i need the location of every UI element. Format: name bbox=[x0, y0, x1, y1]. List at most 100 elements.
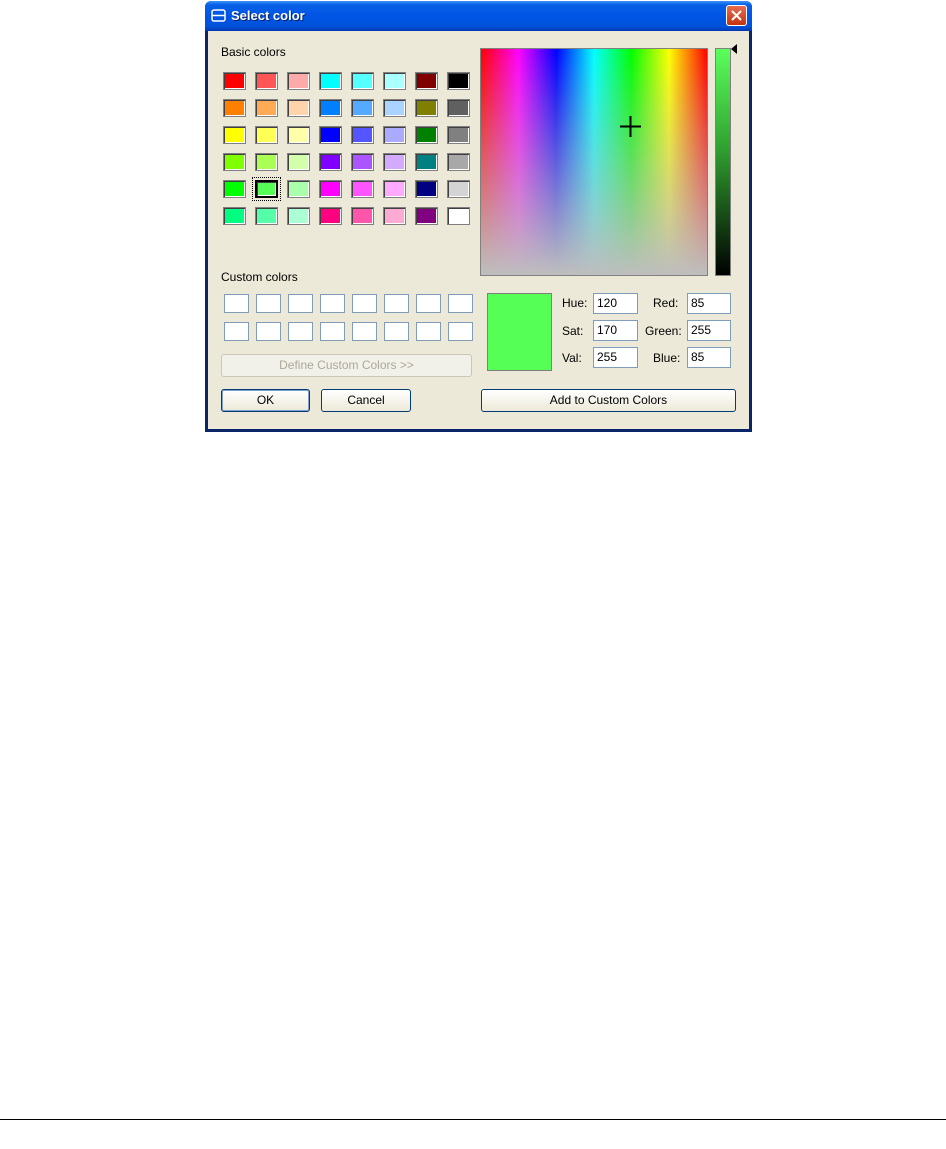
basic-color-swatch[interactable] bbox=[317, 205, 344, 227]
basic-color-swatch[interactable] bbox=[349, 205, 376, 227]
custom-color-slot[interactable] bbox=[288, 322, 313, 341]
swatch-fill bbox=[383, 126, 406, 144]
swatch-fill bbox=[255, 99, 278, 117]
color-preview bbox=[487, 293, 552, 371]
basic-color-swatch[interactable] bbox=[221, 178, 248, 200]
define-custom-colors-button[interactable]: Define Custom Colors >> bbox=[221, 354, 472, 377]
basic-color-swatch[interactable] bbox=[381, 151, 408, 173]
close-button[interactable] bbox=[726, 5, 747, 26]
basic-color-swatch[interactable] bbox=[317, 151, 344, 173]
custom-color-slot[interactable] bbox=[256, 294, 281, 313]
custom-color-slot[interactable] bbox=[320, 322, 345, 341]
basic-color-swatch[interactable] bbox=[445, 151, 472, 173]
dialog-title: Select color bbox=[231, 8, 305, 23]
custom-color-slot[interactable] bbox=[320, 294, 345, 313]
val-label: Val: bbox=[562, 351, 582, 365]
swatch-fill bbox=[287, 207, 310, 225]
custom-color-slot[interactable] bbox=[224, 322, 249, 341]
basic-color-swatch[interactable] bbox=[317, 70, 344, 92]
cancel-button[interactable]: Cancel bbox=[321, 389, 411, 412]
basic-color-swatch[interactable] bbox=[253, 205, 280, 227]
custom-color-slot[interactable] bbox=[224, 294, 249, 313]
basic-color-swatch[interactable] bbox=[445, 97, 472, 119]
custom-color-slot[interactable] bbox=[416, 322, 441, 341]
swatch-fill bbox=[223, 126, 246, 144]
custom-color-slot[interactable] bbox=[416, 294, 441, 313]
swatch-fill bbox=[447, 153, 470, 171]
swatch-fill bbox=[415, 180, 438, 198]
basic-color-swatch[interactable] bbox=[253, 124, 280, 146]
custom-color-slot[interactable] bbox=[448, 294, 473, 313]
red-label: Red: bbox=[653, 296, 679, 310]
basic-color-swatch[interactable] bbox=[349, 151, 376, 173]
red-field[interactable]: 85 bbox=[687, 293, 731, 314]
swatch-fill bbox=[383, 207, 406, 225]
basic-color-swatch[interactable] bbox=[349, 124, 376, 146]
swatch-fill bbox=[223, 153, 246, 171]
swatch-fill bbox=[415, 72, 438, 90]
basic-color-swatch[interactable] bbox=[252, 177, 281, 201]
basic-color-swatch[interactable] bbox=[381, 97, 408, 119]
sat-field[interactable]: 170 bbox=[593, 320, 638, 341]
basic-color-swatch[interactable] bbox=[317, 124, 344, 146]
luminosity-arrow-icon[interactable] bbox=[731, 44, 737, 54]
color-spectrum[interactable] bbox=[480, 48, 708, 276]
hue-field[interactable]: 120 bbox=[593, 293, 638, 314]
blue-label: Blue: bbox=[653, 351, 681, 365]
basic-color-swatch[interactable] bbox=[285, 178, 312, 200]
basic-color-swatch[interactable] bbox=[445, 205, 472, 227]
custom-color-slot[interactable] bbox=[288, 294, 313, 313]
basic-color-swatch[interactable] bbox=[221, 151, 248, 173]
basic-color-swatch[interactable] bbox=[381, 178, 408, 200]
basic-color-swatch[interactable] bbox=[285, 70, 312, 92]
swatch-fill bbox=[223, 99, 246, 117]
basic-color-swatch[interactable] bbox=[253, 97, 280, 119]
basic-color-swatch[interactable] bbox=[317, 178, 344, 200]
basic-color-swatch[interactable] bbox=[221, 97, 248, 119]
ok-button[interactable]: OK bbox=[221, 389, 310, 412]
custom-color-slot[interactable] bbox=[352, 294, 377, 313]
basic-color-swatch[interactable] bbox=[445, 178, 472, 200]
basic-color-swatch[interactable] bbox=[221, 124, 248, 146]
basic-color-swatch[interactable] bbox=[413, 124, 440, 146]
green-field[interactable]: 255 bbox=[687, 320, 731, 341]
basic-color-swatch[interactable] bbox=[413, 70, 440, 92]
basic-color-swatch[interactable] bbox=[413, 178, 440, 200]
custom-color-slot[interactable] bbox=[448, 322, 473, 341]
basic-color-swatch[interactable] bbox=[253, 70, 280, 92]
hue-label: Hue: bbox=[562, 296, 588, 310]
basic-color-swatch[interactable] bbox=[285, 151, 312, 173]
blue-field[interactable]: 85 bbox=[687, 347, 731, 368]
title-bar[interactable]: Select color bbox=[205, 1, 752, 31]
swatch-fill bbox=[319, 180, 342, 198]
custom-color-slot[interactable] bbox=[256, 322, 281, 341]
basic-color-swatch[interactable] bbox=[413, 205, 440, 227]
basic-color-swatch[interactable] bbox=[413, 151, 440, 173]
val-field[interactable]: 255 bbox=[593, 347, 638, 368]
basic-color-swatch[interactable] bbox=[285, 97, 312, 119]
swatch-fill bbox=[319, 99, 342, 117]
basic-color-swatch[interactable] bbox=[413, 97, 440, 119]
basic-color-swatch[interactable] bbox=[285, 124, 312, 146]
crosshair-icon[interactable] bbox=[620, 116, 641, 137]
basic-color-swatch[interactable] bbox=[381, 205, 408, 227]
custom-color-slot[interactable] bbox=[352, 322, 377, 341]
basic-color-swatch[interactable] bbox=[445, 124, 472, 146]
basic-color-swatch[interactable] bbox=[381, 124, 408, 146]
basic-color-swatch[interactable] bbox=[221, 205, 248, 227]
basic-color-swatch[interactable] bbox=[349, 178, 376, 200]
basic-color-swatch[interactable] bbox=[253, 151, 280, 173]
add-to-custom-colors-button[interactable]: Add to Custom Colors bbox=[481, 389, 736, 412]
basic-color-swatch[interactable] bbox=[445, 70, 472, 92]
custom-color-slot[interactable] bbox=[384, 322, 409, 341]
basic-color-swatch[interactable] bbox=[349, 97, 376, 119]
custom-color-slot[interactable] bbox=[384, 294, 409, 313]
basic-color-swatch[interactable] bbox=[349, 70, 376, 92]
custom-colors-label: Custom colors bbox=[221, 270, 298, 284]
basic-color-swatch[interactable] bbox=[221, 70, 248, 92]
basic-color-swatch[interactable] bbox=[381, 70, 408, 92]
basic-color-swatch[interactable] bbox=[317, 97, 344, 119]
luminosity-slider[interactable] bbox=[715, 48, 731, 276]
swatch-fill bbox=[351, 99, 374, 117]
basic-color-swatch[interactable] bbox=[285, 205, 312, 227]
